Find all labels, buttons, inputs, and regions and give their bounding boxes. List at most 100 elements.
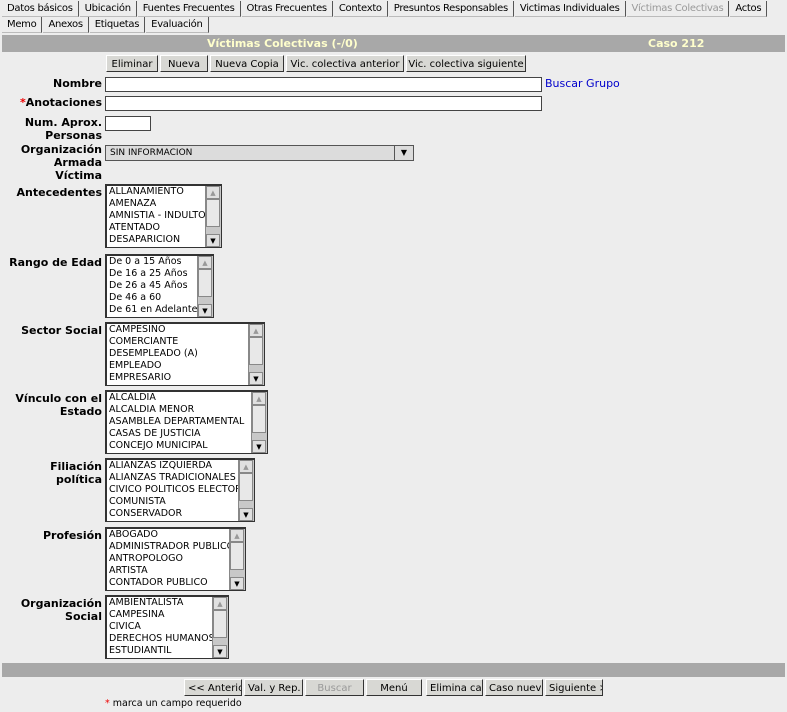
organizacion-social-listbox[interactable]: AMBIENTALISTA CAMPESINA CIVICA DERECHOS HUM… (105, 595, 229, 659)
list-item[interactable]: ESTUDIANTIL (107, 645, 228, 657)
list-item[interactable]: ASAMBLEA DEPARTAMENTAL (107, 416, 267, 428)
scroll-thumb[interactable] (239, 473, 253, 501)
scroll-up-icon[interactable]: ▲ (198, 256, 212, 269)
scroll-down-icon[interactable]: ▼ (249, 372, 263, 385)
list-item[interactable]: AMBIENTALISTA (107, 597, 228, 609)
eliminar-button[interactable]: Eliminar (106, 55, 158, 72)
tab-9[interactable]: Memo (2, 17, 43, 33)
list-item[interactable]: EMPRESARIO (107, 372, 264, 384)
scrollbar[interactable]: ▲ ▼ (229, 529, 245, 590)
list-item[interactable]: ANTROPOLOGO (107, 553, 245, 565)
list-item[interactable]: ATENTADO (107, 222, 221, 234)
scroll-up-icon[interactable]: ▲ (239, 460, 253, 473)
organizacion-armada-select[interactable]: SIN INFORMACION ▼ (105, 145, 414, 161)
list-item[interactable]: ALCALDIA (107, 392, 267, 404)
footnote: * marca un campo requerido (105, 698, 242, 709)
list-item[interactable]: CASAS DE JUSTICIA (107, 428, 267, 440)
scroll-thumb[interactable] (230, 542, 244, 570)
tab-5[interactable]: Presuntos Responsables (388, 1, 514, 17)
profesion-label: Profesión (43, 529, 102, 542)
scroll-down-icon[interactable]: ▼ (230, 577, 244, 590)
tab-12[interactable]: Evaluación (146, 17, 209, 33)
scrollbar[interactable]: ▲ ▼ (238, 460, 254, 521)
list-item[interactable]: ALIANZAS TRADICIONALES (107, 472, 254, 484)
list-item[interactable]: AMENAZA (107, 198, 221, 210)
scroll-up-icon[interactable]: ▲ (249, 324, 263, 337)
list-item[interactable]: CIVICO POLITICOS ELECTORA (107, 484, 254, 496)
tab-3[interactable]: Otras Frecuentes (241, 1, 333, 17)
scroll-down-icon[interactable]: ▼ (252, 440, 266, 453)
scrollbar[interactable]: ▲ ▼ (212, 597, 228, 658)
list-item[interactable]: CAMPESINA (107, 609, 228, 621)
tab-4[interactable]: Contexto (333, 1, 388, 17)
scroll-thumb[interactable] (252, 405, 266, 433)
list-item[interactable]: DESAPARICION (107, 234, 221, 246)
tab-2[interactable]: Fuentes Frecuentes (137, 1, 241, 17)
scroll-up-icon[interactable]: ▲ (213, 597, 227, 610)
rango-edad-listbox[interactable]: De 0 a 15 Años De 16 a 25 Años De 26 a 45 … (105, 254, 214, 318)
list-item[interactable]: ARTISTA (107, 565, 245, 577)
antecedentes-listbox[interactable]: ALLANAMIENTO AMENAZA AMNISTIA - INDULTO ATE… (105, 184, 222, 248)
list-item[interactable]: EMPLEADO (107, 360, 264, 372)
list-item[interactable]: ADMINISTRADOR PUBLICO (107, 541, 245, 553)
tab-8[interactable]: Actos (730, 1, 768, 17)
list-item[interactable]: AMNISTIA - INDULTO (107, 210, 221, 222)
scrollbar[interactable]: ▲ ▼ (205, 186, 221, 247)
num-personas-input[interactable] (105, 116, 151, 131)
filiacion-listbox[interactable]: ALIANZAS IZQUIERDA ALIANZAS TRADICIONALES… (105, 458, 255, 522)
list-item[interactable]: ALLANAMIENTO (107, 186, 221, 198)
profesion-listbox[interactable]: ABOGADO ADMINISTRADOR PUBLICO ANTROPOLOGO A… (105, 527, 246, 591)
list-item[interactable]: ALCALDIA MENOR (107, 404, 267, 416)
tab-10[interactable]: Anexos (43, 17, 89, 33)
footer-button-4[interactable]: Elimina caso (426, 679, 483, 696)
tab-6[interactable]: Victimas Individuales (514, 1, 626, 17)
list-item[interactable]: COMUNISTA (107, 496, 254, 508)
tab-0[interactable]: Datos básicos (2, 1, 79, 17)
scroll-thumb[interactable] (206, 199, 220, 227)
list-item[interactable]: CONTADOR PUBLICO (107, 577, 245, 589)
tab-1[interactable]: Ubicación (79, 1, 137, 17)
nueva-button[interactable]: Nueva (160, 55, 208, 72)
footer-button-0[interactable]: << Anterior (184, 679, 242, 696)
scrollbar[interactable]: ▲ ▼ (251, 392, 267, 453)
scroll-down-icon[interactable]: ▼ (198, 304, 212, 317)
scroll-up-icon[interactable]: ▲ (230, 529, 244, 542)
nombre-input[interactable] (105, 77, 542, 92)
scroll-thumb[interactable] (213, 610, 227, 638)
list-item[interactable]: ALIANZAS IZQUIERDA (107, 460, 254, 472)
nueva-copia-button[interactable]: Nueva Copia (210, 55, 284, 72)
scroll-thumb[interactable] (198, 269, 212, 297)
list-item[interactable]: CONCEJO MUNICIPAL (107, 440, 267, 452)
anotaciones-input[interactable] (105, 96, 542, 111)
scroll-down-icon[interactable]: ▼ (206, 234, 220, 247)
filiacion-label: Filiación política (50, 460, 102, 486)
sector-social-listbox[interactable]: CAMPESINO COMERCIANTE DESEMPLEADO (A) EMPLE… (105, 322, 265, 386)
tab-7[interactable]: Víctimas Colectivas (626, 1, 730, 17)
footer-button-2[interactable]: Buscar (305, 679, 364, 696)
vic-anterior-button[interactable]: Vic. colectiva anterior (286, 55, 404, 72)
list-item[interactable]: CIVICA (107, 621, 228, 633)
scroll-up-icon[interactable]: ▲ (252, 392, 266, 405)
scroll-down-icon[interactable]: ▼ (239, 508, 253, 521)
list-item[interactable]: CONSERVADOR (107, 508, 254, 520)
buscar-grupo-link[interactable]: Buscar Grupo (545, 77, 620, 90)
scroll-thumb[interactable] (249, 337, 263, 365)
vic-siguiente-button[interactable]: Vic. colectiva siguiente (406, 55, 526, 72)
list-item[interactable]: CAMPESINO (107, 324, 264, 336)
anotaciones-label: *Anotaciones (20, 96, 102, 109)
footer-button-3[interactable]: Menú (366, 679, 422, 696)
vinculo-estado-listbox[interactable]: ALCALDIA ALCALDIA MENOR ASAMBLEA DEPARTAME… (105, 390, 268, 454)
tab-11[interactable]: Etiquetas (89, 17, 146, 33)
scrollbar[interactable]: ▲ ▼ (248, 324, 264, 385)
scrollbar[interactable]: ▲ ▼ (197, 256, 213, 317)
footer-button-1[interactable]: Val. y Rep. Gral (244, 679, 303, 696)
scroll-down-icon[interactable]: ▼ (213, 645, 227, 658)
scroll-up-icon[interactable]: ▲ (206, 186, 220, 199)
list-item[interactable]: DERECHOS HUMANOS (107, 633, 228, 645)
anotaciones-label-text: Anotaciones (25, 96, 102, 109)
list-item[interactable]: DESEMPLEADO (A) (107, 348, 264, 360)
list-item[interactable]: ABOGADO (107, 529, 245, 541)
list-item[interactable]: COMERCIANTE (107, 336, 264, 348)
footer-button-6[interactable]: Siguiente >> (545, 679, 603, 696)
footer-button-5[interactable]: Caso nuevo (485, 679, 543, 696)
